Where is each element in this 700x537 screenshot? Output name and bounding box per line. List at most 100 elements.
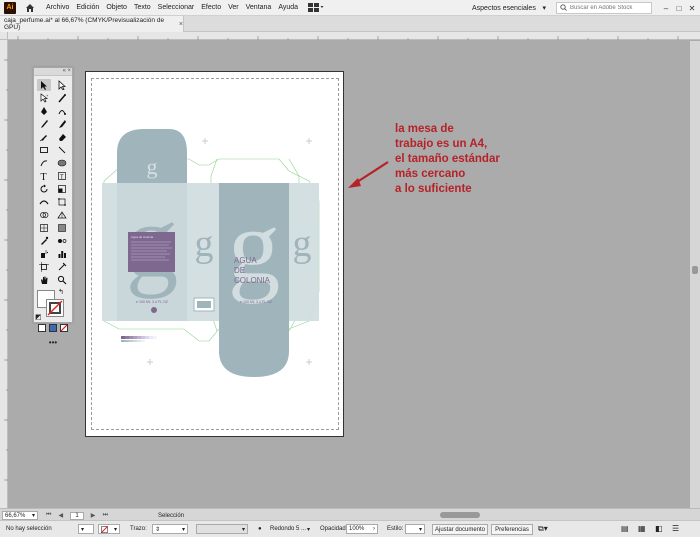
close-tab-icon[interactable]: × [179, 21, 183, 28]
adobe-stock-search[interactable] [556, 2, 652, 14]
gradient-mode-icon[interactable] [49, 324, 57, 332]
close-panel-icon[interactable]: × [67, 68, 71, 74]
home-icon[interactable] [24, 2, 36, 14]
default-fill-stroke-icon[interactable]: ◩ [35, 313, 42, 321]
next-artboard-icon[interactable]: ▶ [91, 512, 96, 519]
vertical-ruler[interactable] [0, 40, 8, 508]
lasso-tool-icon[interactable] [55, 92, 69, 104]
gradient-tool-icon[interactable] [55, 222, 69, 234]
menu-ver[interactable]: Ver [228, 4, 239, 11]
tools-panel-header[interactable]: « × [34, 68, 72, 76]
menu-efecto[interactable]: Efecto [201, 4, 221, 11]
blend-tool-icon[interactable] [55, 235, 69, 247]
canvas-area[interactable]: g g Agua de Colonia e 100 ML 3.4 FL OZ g… [9, 41, 690, 508]
none-mode-icon[interactable] [60, 324, 68, 332]
style-label: Estilo: [387, 526, 404, 532]
barcode-icon [197, 301, 211, 308]
vertical-scroll-thumb[interactable] [692, 266, 698, 274]
isolate-icon[interactable]: ◧ [655, 524, 663, 533]
magic-wand-tool-icon[interactable]: + [37, 92, 51, 104]
align-icon[interactable]: ▤ [621, 524, 629, 533]
ruler-corner[interactable] [0, 32, 8, 40]
tools-panel: « × + T T ↰ ◩ ••• [33, 67, 73, 347]
line-segment-tool-icon[interactable] [55, 144, 69, 156]
rectangle-tool-icon[interactable] [37, 144, 51, 156]
opacity-field[interactable]: 100% › [346, 524, 378, 534]
blob-brush-tool-icon[interactable] [55, 118, 69, 130]
mesh-tool-icon[interactable] [37, 222, 51, 234]
perspective-grid-tool-icon[interactable] [55, 209, 69, 221]
zoom-tool-icon[interactable] [55, 274, 69, 286]
last-artboard-icon[interactable]: ⏭ [103, 512, 108, 519]
fill-color-dropdown[interactable]: ▾ [78, 524, 94, 534]
menu-ayuda[interactable]: Ayuda [278, 4, 298, 11]
pen-tool-icon[interactable] [37, 105, 51, 117]
brush-tool-icon[interactable] [37, 118, 51, 130]
stroke-swatch[interactable] [46, 299, 64, 317]
variable-width-profile[interactable]: ▾ [196, 524, 248, 534]
artboard-tool-icon[interactable] [37, 261, 51, 273]
hand-tool-icon[interactable] [37, 274, 51, 286]
arrange-documents-icon[interactable] [308, 3, 324, 13]
color-swatch-strip [121, 336, 157, 342]
stroke-color-dropdown[interactable]: ▾ [98, 524, 120, 534]
shape-builder-tool-icon[interactable] [37, 209, 51, 221]
symbol-sprayer-tool-icon[interactable] [37, 248, 51, 260]
color-mode-icon[interactable] [38, 324, 46, 332]
box-top-lid [117, 129, 187, 153]
collapse-panel-icon[interactable]: « [63, 68, 66, 74]
menu-objeto[interactable]: Objeto [106, 4, 127, 11]
column-graph-tool-icon[interactable] [55, 248, 69, 260]
vertical-scrollbar[interactable] [690, 41, 700, 508]
scale-tool-icon[interactable] [55, 183, 69, 195]
menu-edicion[interactable]: Edición [76, 4, 99, 11]
menu-seleccionar[interactable]: Seleccionar [158, 4, 195, 11]
preferences-button[interactable]: Preferencias [491, 524, 533, 535]
menu-ventana[interactable]: Ventana [246, 4, 272, 11]
eyedropper-tool-icon[interactable] [37, 235, 51, 247]
arrange-icon[interactable]: ⧉▾ [538, 524, 548, 534]
more-tools-icon[interactable]: ••• [34, 338, 72, 347]
search-input[interactable] [570, 5, 650, 11]
svg-text:T: T [41, 172, 47, 181]
document-title: caja_perfume.ai* al 66,67% (CMYK/Previsu… [4, 17, 165, 31]
chevron-down-icon[interactable]: ▾ [307, 526, 310, 533]
annotation-arrow-icon [348, 161, 389, 188]
eraser-tool-icon[interactable] [55, 131, 69, 143]
previous-artboard-icon[interactable]: ◀ [59, 512, 64, 519]
perfume-box-dieline[interactable]: g g Agua de Colonia e 100 ML 3.4 FL OZ g… [9, 41, 690, 508]
brush-definition[interactable]: Redondo 5 ... [270, 526, 306, 532]
free-transform-tool-icon[interactable] [55, 196, 69, 208]
curvature-tool-icon[interactable] [55, 105, 69, 117]
width-tool-icon[interactable] [37, 196, 51, 208]
maximize-button[interactable]: □ [674, 3, 684, 13]
shaper-tool-icon[interactable] [37, 157, 51, 169]
horizontal-scroll-thumb[interactable] [440, 512, 480, 518]
artboard-number[interactable]: 1 [70, 511, 84, 520]
type-tool-icon[interactable]: T [37, 170, 51, 182]
rotate-tool-icon[interactable] [37, 183, 51, 195]
graphic-style-dropdown[interactable]: ▾ [405, 524, 425, 534]
pencil-tool-icon[interactable] [37, 131, 51, 143]
transform-icon[interactable]: ▦ [638, 524, 646, 533]
selection-tool-icon[interactable] [37, 79, 51, 91]
direct-selection-tool-icon[interactable] [55, 79, 69, 91]
workspace-switcher[interactable]: Aspectos esenciales ▾ [472, 2, 546, 14]
opacity-label[interactable]: Opacidad: [320, 526, 347, 532]
horizontal-ruler[interactable] [8, 32, 700, 40]
zoom-level-select[interactable]: 66,67% ▾ [2, 511, 38, 520]
close-window-button[interactable]: ✕ [687, 3, 697, 13]
minimize-button[interactable]: – [661, 3, 671, 13]
slice-tool-icon[interactable] [55, 261, 69, 273]
area-type-tool-icon[interactable]: T [55, 170, 69, 182]
menu-archivo[interactable]: Archivo [46, 4, 69, 11]
current-tool-status[interactable]: Selección [158, 511, 228, 520]
menu-texto[interactable]: Texto [134, 4, 151, 11]
panel-menu-icon[interactable]: ☰ [672, 524, 679, 533]
stroke-weight-field[interactable]: ⇕ ▾ [152, 524, 188, 534]
swap-fill-stroke-icon[interactable]: ↰ [58, 288, 64, 296]
document-setup-button[interactable]: Ajustar documento [432, 524, 488, 535]
document-tab[interactable]: caja_perfume.ai* al 66,67% (CMYK/Previsu… [0, 16, 184, 32]
ellipse-tool-icon[interactable] [55, 157, 69, 169]
first-artboard-icon[interactable]: ⏮ [46, 512, 51, 519]
